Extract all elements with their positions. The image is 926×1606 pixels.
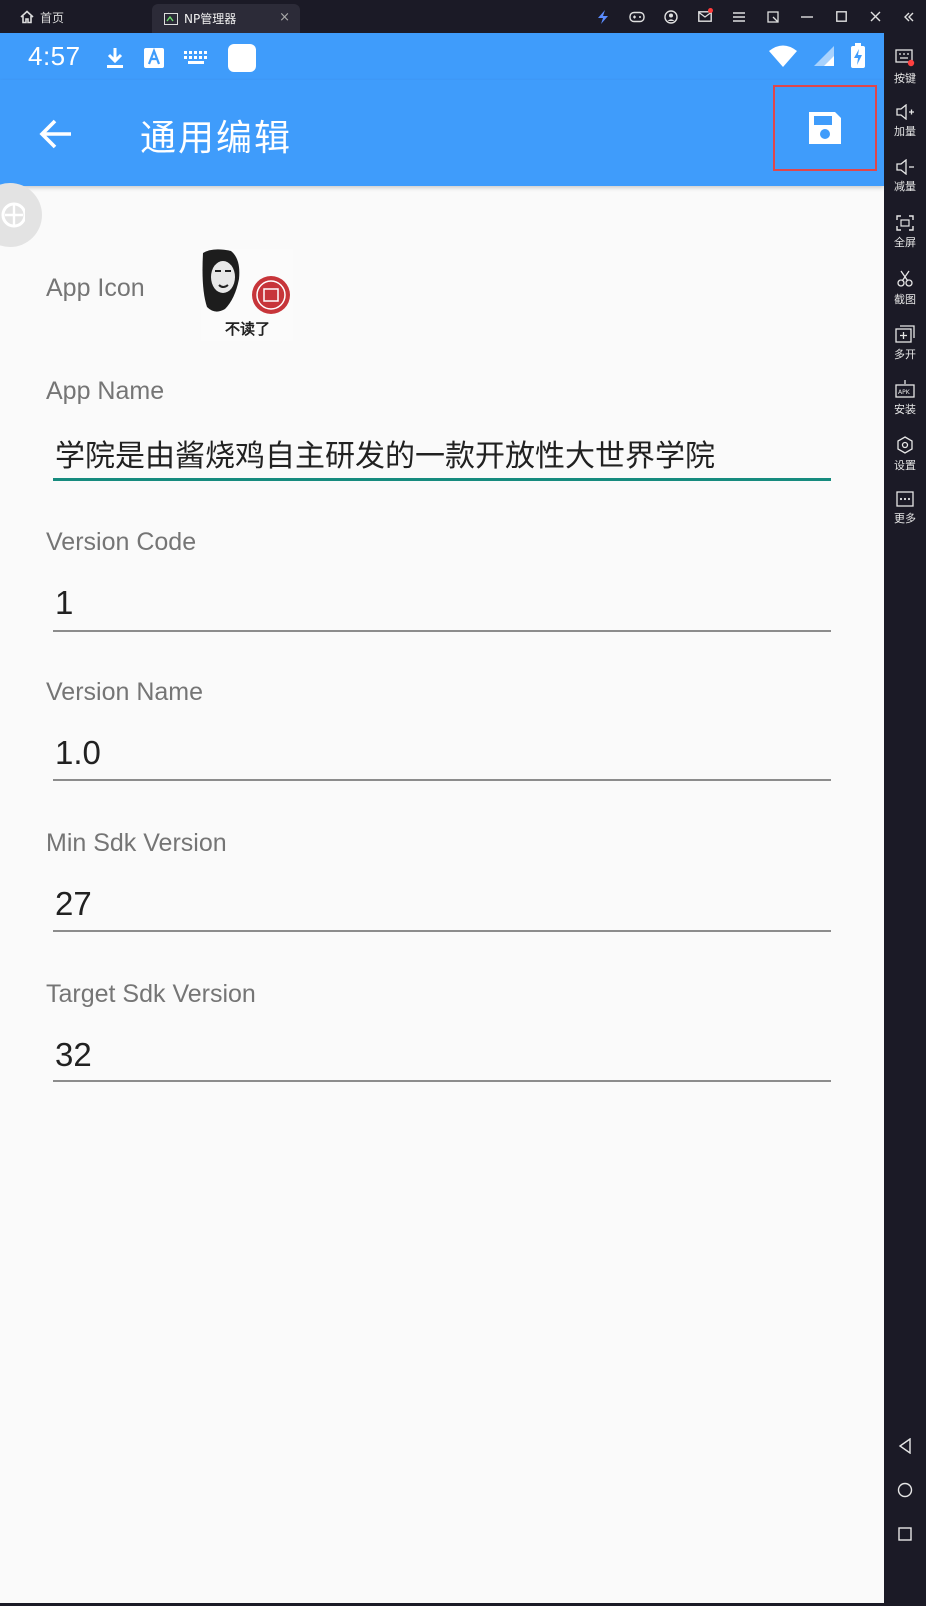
notification-dot	[708, 8, 713, 13]
account-icon[interactable]	[654, 0, 688, 33]
battery-charging-icon	[851, 43, 865, 68]
sidebar-item-install[interactable]: APK 安装	[884, 378, 926, 430]
target-sdk-label: Target Sdk Version	[46, 980, 256, 1008]
app-tab-icon	[164, 12, 178, 25]
keyboard-icon	[895, 49, 915, 67]
sidebar-item-settings[interactable]: 设置	[884, 434, 926, 486]
app-name-input[interactable]	[54, 421, 830, 485]
close-icon[interactable]	[858, 0, 892, 33]
sidebar-item-multi[interactable]: 多开	[884, 323, 926, 375]
app-icon-label: App Icon	[46, 274, 145, 302]
back-button[interactable]	[30, 108, 82, 160]
keyboard-icon	[184, 51, 207, 64]
window-controls	[586, 0, 926, 33]
collapse-sidebar-icon[interactable]	[892, 0, 926, 33]
signal-icon	[814, 46, 834, 66]
app-icon-caption: 不读了	[225, 320, 271, 338]
sidebar-label: 安装	[894, 403, 916, 416]
volume-up-icon	[896, 104, 914, 120]
app-tab-label: NP管理器	[184, 12, 237, 26]
sidebar-label: 全屏	[894, 236, 916, 249]
sidebar-label: 按键	[894, 72, 916, 85]
status-right-icons	[768, 43, 866, 69]
version-code-underline	[53, 630, 831, 632]
sidebar-label: 多开	[894, 348, 916, 361]
version-name-underline	[53, 779, 831, 781]
floating-debug-button[interactable]	[0, 183, 42, 247]
emulator-window: 首页 NP管理器 × 4:57 通用编辑 App Icon 不读了 App Na…	[0, 0, 926, 1606]
version-code-input[interactable]	[54, 571, 830, 635]
square-recents-icon	[898, 1527, 912, 1541]
version-code-label: Version Code	[46, 528, 197, 556]
sidebar-label: 更多	[894, 512, 916, 525]
more-icon	[896, 491, 914, 507]
status-time: 4:57	[28, 41, 81, 71]
volume-down-icon	[896, 159, 914, 175]
keyboard-a-icon	[144, 47, 164, 68]
app-notification-icon	[228, 44, 256, 72]
sidebar-item-screenshot[interactable]: 截图	[884, 268, 926, 320]
scissors-icon	[897, 270, 913, 287]
home-tab[interactable]: 首页	[20, 8, 64, 26]
target-sdk-underline	[53, 1080, 831, 1082]
apk-install-icon: APK	[895, 380, 915, 398]
fullscreen-icon	[896, 215, 914, 231]
tab-close-icon[interactable]: ×	[279, 10, 290, 25]
app-tab[interactable]: NP管理器 ×	[152, 4, 300, 33]
sidebar-item-volume-up[interactable]: 加量	[884, 102, 926, 154]
nav-back-button[interactable]	[884, 1426, 926, 1466]
settings-icon	[897, 436, 913, 454]
boost-icon[interactable]	[586, 0, 620, 33]
save-button[interactable]	[773, 85, 877, 171]
sidebar-label: 加量	[894, 125, 916, 138]
arrow-left-icon	[39, 119, 71, 149]
svg-text:APK: APK	[898, 389, 911, 396]
sidebar-item-keys[interactable]: 按键	[884, 47, 926, 99]
sidebar-label: 减量	[894, 180, 916, 193]
home-icon	[20, 10, 34, 24]
download-icon	[107, 48, 123, 68]
status-bar: 4:57	[0, 33, 884, 80]
emulator-sidebar: 按键 加量 减量 全屏 截图 多开 APK 安装 设置 更多	[884, 33, 926, 1606]
gamepad-icon[interactable]	[620, 0, 654, 33]
minimize-icon[interactable]	[790, 0, 824, 33]
mail-icon[interactable]	[688, 0, 722, 33]
nav-home-button[interactable]	[884, 1470, 926, 1510]
version-name-label: Version Name	[46, 678, 204, 706]
android-screen: 4:57 通用编辑 App Icon 不读了 App Name 学院是由酱烧鸡自…	[0, 33, 884, 1603]
floppy-disk-icon	[809, 112, 841, 144]
maximize-icon[interactable]	[824, 0, 858, 33]
sidebar-label: 截图	[894, 293, 916, 306]
multi-instance-icon	[895, 325, 915, 343]
app-bar: 通用编辑	[0, 80, 884, 186]
version-name-input[interactable]	[54, 721, 830, 785]
sidebar-item-volume-down[interactable]: 减量	[884, 157, 926, 209]
app-name-underline	[53, 478, 831, 481]
min-sdk-underline	[53, 930, 831, 932]
triangle-back-icon	[898, 1438, 911, 1454]
emulator-titlebar: 首页 NP管理器 ×	[0, 0, 926, 33]
wifi-icon	[769, 45, 797, 67]
menu-icon[interactable]	[722, 0, 756, 33]
bug-icon	[1, 202, 25, 228]
home-tab-label: 首页	[40, 10, 65, 25]
min-sdk-label: Min Sdk Version	[46, 829, 227, 857]
app-name-label: App Name	[46, 377, 165, 405]
pin-window-icon[interactable]	[756, 0, 790, 33]
status-left-icons	[105, 43, 257, 73]
app-icon-image[interactable]: 不读了	[201, 249, 293, 341]
sidebar-item-fullscreen[interactable]: 全屏	[884, 213, 926, 265]
circle-home-icon	[897, 1482, 913, 1498]
min-sdk-input[interactable]	[54, 872, 830, 936]
sidebar-label: 设置	[894, 459, 916, 472]
page-title: 通用编辑	[140, 118, 293, 159]
sidebar-item-more[interactable]: 更多	[884, 489, 926, 541]
target-sdk-input[interactable]	[54, 1023, 830, 1087]
nav-recents-button[interactable]	[884, 1514, 926, 1554]
